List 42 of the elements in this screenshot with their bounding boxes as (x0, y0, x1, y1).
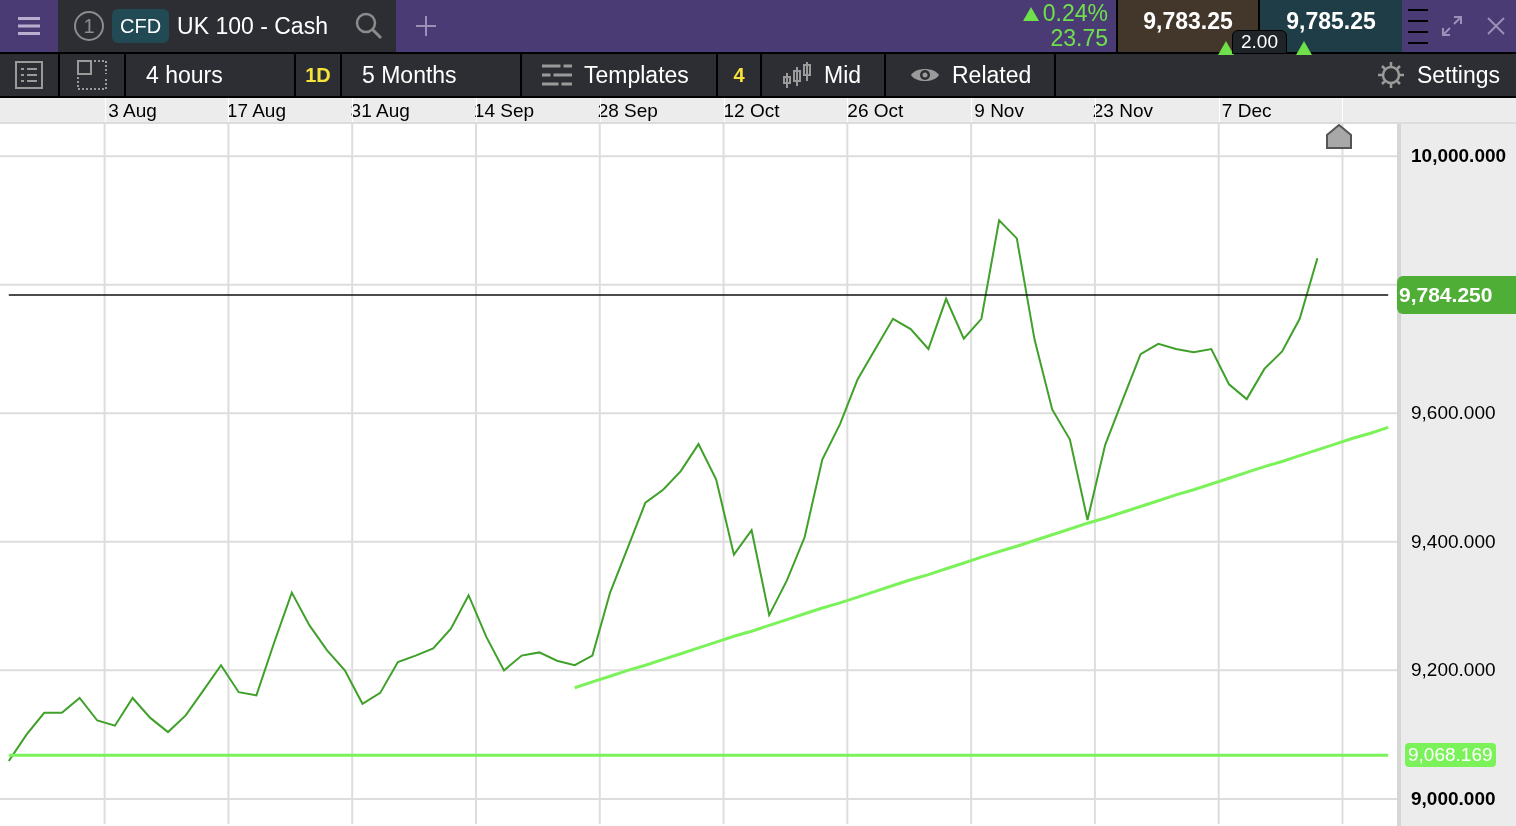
menu-icon (18, 16, 40, 36)
related-button[interactable]: Related (886, 54, 1056, 96)
date-label: 26 Oct (847, 99, 904, 123)
change-points: 23.75 (1050, 26, 1108, 51)
interval-dropdown[interactable]: 4 hours (126, 54, 296, 96)
sliders-icon (542, 62, 572, 88)
sell-price: 9,783.25 (1143, 7, 1233, 36)
buy-price: 9,785.25 (1286, 7, 1376, 36)
date-label: 3 Aug (108, 99, 157, 123)
price-type-button[interactable]: Mid (762, 54, 886, 96)
date-label: 17 Aug (226, 99, 286, 123)
support-price-label: 9,068.169 (1405, 743, 1496, 768)
instrument-title: UK 100 - Cash (177, 11, 328, 41)
templates-count: 4 (718, 54, 762, 96)
settings-icon (1376, 61, 1405, 89)
instrument-tab[interactable]: 1 CFD UK 100 - Cash (58, 0, 396, 52)
price-label: 9,400.000 (1411, 530, 1496, 553)
expand-icon (1441, 15, 1463, 37)
search-icon[interactable] (354, 11, 384, 41)
price-label: 9,600.000 (1411, 402, 1496, 425)
interval-badge: 1D (296, 54, 342, 96)
price-label: 10,000.000 (1411, 145, 1507, 168)
plus-icon (416, 16, 436, 36)
spread-badge: 2.00 (1232, 30, 1287, 54)
layout-icon (77, 60, 107, 90)
date-label: 7 Dec (1221, 99, 1272, 123)
templates-button[interactable]: Templates (522, 54, 718, 96)
close-icon (1487, 17, 1505, 35)
current-price-label: 9,784.250 (1397, 275, 1516, 314)
price-label: 9,200.000 (1411, 659, 1496, 682)
range-dropdown[interactable]: 5 Months (342, 54, 522, 96)
price-label: 9,000.000 (1411, 787, 1496, 810)
tab-number: 1 (74, 11, 104, 41)
list-icon (15, 61, 43, 89)
date-label: 31 Aug (350, 99, 410, 123)
candles-icon (782, 61, 812, 89)
date-label: 14 Sep (473, 99, 535, 123)
settings-button[interactable]: Settings (1376, 54, 1516, 96)
date-label: 12 Oct (723, 99, 780, 123)
date-label: 9 Nov (974, 99, 1024, 123)
cfd-badge: CFD (112, 9, 170, 43)
change-percent: 0.24% (1042, 1, 1108, 26)
